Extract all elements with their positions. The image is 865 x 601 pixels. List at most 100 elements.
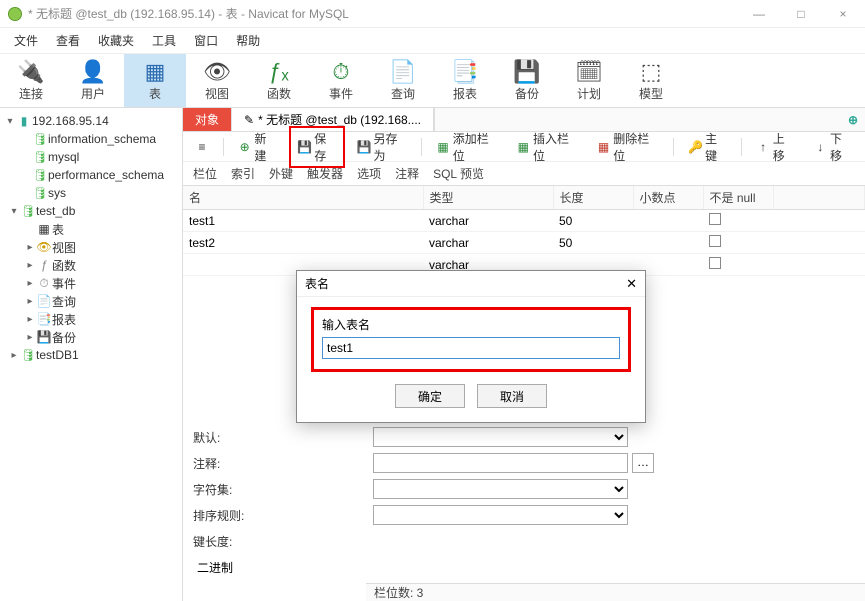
menu-window[interactable]: 窗口 bbox=[194, 32, 218, 49]
ok-button[interactable]: 确定 bbox=[395, 384, 465, 408]
subtab-options[interactable]: 选项 bbox=[357, 165, 381, 182]
connection-tree[interactable]: ▾▮192.168.95.14 🛢information_schema 🛢mys… bbox=[0, 108, 183, 601]
tree-db-open[interactable]: ▾🛢test_db bbox=[0, 202, 182, 220]
tree-server[interactable]: ▾▮192.168.95.14 bbox=[0, 112, 182, 130]
dialog-close-button[interactable]: ✕ bbox=[626, 276, 637, 292]
tree-reports[interactable]: ▸📑报表 bbox=[0, 310, 182, 328]
subtab-trigger[interactable]: 触发器 bbox=[307, 165, 343, 182]
notnull-checkbox[interactable] bbox=[709, 213, 721, 225]
app-icon bbox=[8, 7, 22, 21]
cancel-button[interactable]: 取消 bbox=[477, 384, 547, 408]
arrow-down-icon: ↓ bbox=[814, 140, 827, 154]
toolbar-event[interactable]: ⏱事件 bbox=[310, 54, 372, 107]
subtab-fields[interactable]: 栏位 bbox=[193, 165, 217, 182]
subtab-fk[interactable]: 外键 bbox=[269, 165, 293, 182]
notnull-checkbox[interactable] bbox=[709, 235, 721, 247]
subtab-sql[interactable]: SQL 预览 bbox=[433, 165, 484, 182]
tree-backup[interactable]: ▸💾备份 bbox=[0, 328, 182, 346]
minimize-button[interactable]: — bbox=[745, 7, 773, 21]
toolbar-table[interactable]: ▦表 bbox=[124, 54, 186, 107]
tree-tables[interactable]: ▦表 bbox=[0, 220, 182, 238]
toolbar-connect[interactable]: 🔌连接 bbox=[0, 54, 62, 107]
comment-input[interactable] bbox=[373, 453, 628, 473]
field-row[interactable]: test1varchar50 bbox=[183, 210, 865, 232]
subtab-index[interactable]: 索引 bbox=[231, 165, 255, 182]
menu-help[interactable]: 帮助 bbox=[236, 32, 260, 49]
subtab-comment[interactable]: 注释 bbox=[395, 165, 419, 182]
fields-grid[interactable]: 名 类型 长度 小数点 不是 null test1varchar50 test2… bbox=[183, 186, 865, 276]
tree-views[interactable]: ▸👁视图 bbox=[0, 238, 182, 256]
toolbar-model[interactable]: ⬚模型 bbox=[620, 54, 682, 107]
query-icon: 📄 bbox=[389, 59, 416, 85]
tree-queries[interactable]: ▸📄查询 bbox=[0, 292, 182, 310]
plug-icon: 🔌 bbox=[17, 59, 44, 85]
move-up-button[interactable]: ↑上移 bbox=[750, 128, 801, 166]
col-name[interactable]: 名 bbox=[183, 186, 423, 210]
field-row[interactable]: test2varchar50 bbox=[183, 232, 865, 254]
menu-file[interactable]: 文件 bbox=[14, 32, 38, 49]
tree-db[interactable]: 🛢performance_schema bbox=[0, 166, 182, 184]
menu-tools[interactable]: 工具 bbox=[152, 32, 176, 49]
default-select[interactable] bbox=[373, 427, 628, 447]
add-field-button[interactable]: ▦添加栏位 bbox=[430, 128, 504, 166]
window-title: * 无标题 @test_db (192.168.95.14) - 表 - Nav… bbox=[28, 5, 745, 22]
toolbar-menu[interactable]: ≡ bbox=[189, 138, 215, 156]
insert-field-icon: ▦ bbox=[517, 140, 530, 154]
tab-objects[interactable]: 对象 bbox=[183, 108, 232, 131]
plus-icon: ⊕ bbox=[238, 140, 251, 154]
insert-field-button[interactable]: ▦插入栏位 bbox=[511, 128, 585, 166]
toolbar-function[interactable]: ƒₓ函数 bbox=[248, 54, 310, 107]
tree-functions[interactable]: ▸ƒ函数 bbox=[0, 256, 182, 274]
col-type[interactable]: 类型 bbox=[423, 186, 553, 210]
comment-more-button[interactable]: … bbox=[632, 453, 654, 473]
menu-view[interactable]: 查看 bbox=[56, 32, 80, 49]
delete-field-button[interactable]: ▦删除栏位 bbox=[591, 128, 665, 166]
col-length[interactable]: 长度 bbox=[553, 186, 633, 210]
tree-db[interactable]: 🛢mysql bbox=[0, 148, 182, 166]
tree-events[interactable]: ▸⏱事件 bbox=[0, 274, 182, 292]
report-icon: 📑 bbox=[451, 59, 478, 85]
close-button[interactable]: × bbox=[829, 7, 857, 21]
col-extra bbox=[773, 186, 865, 210]
charset-select[interactable] bbox=[373, 479, 628, 499]
toolbar-schedule[interactable]: 🗓计划 bbox=[558, 54, 620, 107]
table-name-input[interactable] bbox=[322, 337, 620, 359]
status-bar: 栏位数: 3 bbox=[366, 583, 865, 601]
tree-db[interactable]: ▸🛢testDB1 bbox=[0, 346, 182, 364]
save-as-button[interactable]: 💾另存为 bbox=[351, 128, 414, 166]
save-icon: 💾 bbox=[297, 140, 311, 154]
move-down-button[interactable]: ↓下移 bbox=[808, 128, 859, 166]
database-icon: 🛢 bbox=[20, 348, 36, 362]
col-decimal[interactable]: 小数点 bbox=[633, 186, 703, 210]
new-button[interactable]: ⊕新建 bbox=[232, 128, 283, 166]
dialog-highlight: 输入表名 bbox=[311, 307, 631, 372]
toolbar-report[interactable]: 📑报表 bbox=[434, 54, 496, 107]
schedule-icon: 🗓 bbox=[575, 59, 603, 85]
event-icon: ⏱ bbox=[332, 59, 349, 85]
label-keylen: 键长度: bbox=[193, 533, 373, 550]
maximize-button[interactable]: □ bbox=[787, 7, 815, 21]
toolbar-user[interactable]: 👤用户 bbox=[62, 54, 124, 107]
col-notnull[interactable]: 不是 null bbox=[703, 186, 773, 210]
model-icon: ⬚ bbox=[641, 59, 662, 85]
label-default: 默认: bbox=[193, 429, 373, 446]
server-icon: ▮ bbox=[16, 114, 32, 128]
title-bar: * 无标题 @test_db (192.168.95.14) - 表 - Nav… bbox=[0, 0, 865, 28]
dialog-title-bar[interactable]: 表名 ✕ bbox=[297, 271, 645, 297]
toolbar-backup[interactable]: 💾备份 bbox=[496, 54, 558, 107]
primary-key-button[interactable]: 🔑主键 bbox=[682, 128, 733, 166]
notnull-checkbox[interactable] bbox=[709, 257, 721, 269]
arrow-up-icon: ↑ bbox=[756, 140, 769, 154]
plus-icon: ⊕ bbox=[848, 113, 858, 127]
tree-db[interactable]: 🛢sys bbox=[0, 184, 182, 202]
toolbar-view[interactable]: 👁视图 bbox=[186, 54, 248, 107]
tree-db[interactable]: 🛢information_schema bbox=[0, 130, 182, 148]
collation-select[interactable] bbox=[373, 505, 628, 525]
label-comment: 注释: bbox=[193, 455, 373, 472]
key-icon: 🔑 bbox=[688, 140, 702, 154]
toolbar-query[interactable]: 📄查询 bbox=[372, 54, 434, 107]
sub-tabs: 栏位 索引 外键 触发器 选项 注释 SQL 预览 bbox=[183, 162, 865, 186]
backup-group-icon: 💾 bbox=[36, 330, 52, 344]
save-as-icon: 💾 bbox=[357, 140, 371, 154]
menu-favorites[interactable]: 收藏夹 bbox=[98, 32, 134, 49]
